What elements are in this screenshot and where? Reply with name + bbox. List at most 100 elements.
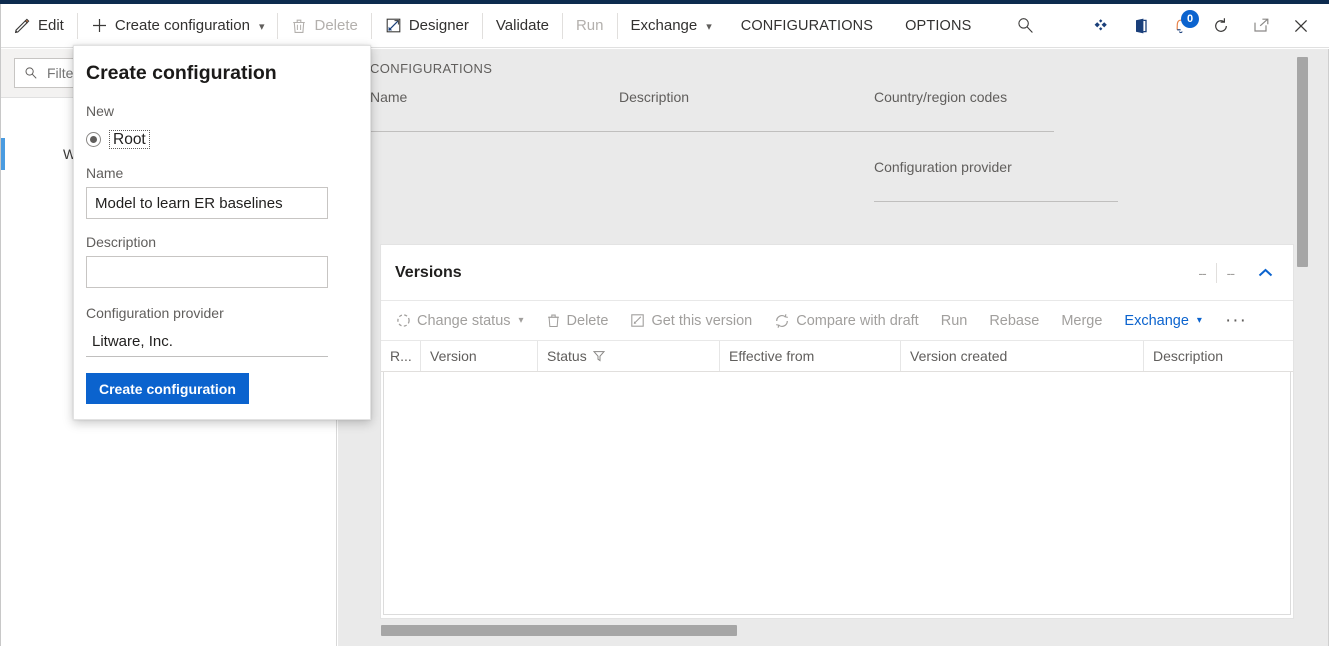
chevron-up-icon[interactable] [1244, 268, 1281, 278]
book-icon [1131, 16, 1151, 36]
column-description[interactable]: Description [1144, 341, 1291, 371]
column-r[interactable]: R... [381, 341, 421, 371]
country-region-codes-field[interactable]: Country/region codes [874, 89, 1054, 132]
notification-badge: 0 [1181, 10, 1199, 28]
get-this-version-label: Get this version [651, 313, 752, 329]
flyout-name-input[interactable] [86, 187, 328, 219]
trash-icon [291, 18, 307, 34]
edit-button[interactable]: Edit [1, 4, 77, 48]
change-status-button[interactable]: Change status ▾ [385, 301, 535, 341]
version-run-label: Run [941, 313, 968, 329]
flyout-create-configuration-button[interactable]: Create configuration [86, 373, 249, 404]
delete-button-label: Delete [314, 17, 357, 34]
compare-with-draft-label: Compare with draft [796, 313, 919, 329]
notifications-button[interactable]: 0 [1161, 4, 1201, 48]
description-field-underline [619, 131, 884, 132]
tab-configurations[interactable]: CONFIGURATIONS [725, 4, 889, 48]
horizontal-scrollbar-thumb[interactable] [381, 625, 737, 636]
toolbar-right-icons: 0 [1081, 4, 1329, 48]
chevron-down-icon: ▾ [519, 315, 524, 326]
flyout-create-configuration-label: Create configuration [99, 381, 236, 397]
vertical-scrollbar-thumb[interactable] [1297, 57, 1308, 267]
versions-overflow-label: ··· [1225, 310, 1247, 332]
versions-summary-right: -- [1217, 265, 1244, 281]
run-button[interactable]: Run [563, 4, 617, 48]
column-description-label: Description [1153, 348, 1223, 364]
versions-grid-body[interactable] [383, 372, 1291, 615]
tab-options[interactable]: OPTIONS [889, 4, 987, 48]
horizontal-scrollbar[interactable] [380, 622, 1324, 639]
compare-with-draft-button[interactable]: Compare with draft [763, 301, 930, 341]
create-configuration-label: Create configuration [115, 17, 250, 34]
versions-header[interactable]: Versions -- -- [381, 245, 1293, 301]
root-radio-label[interactable]: Root [109, 130, 150, 149]
column-effective-from[interactable]: Effective from [720, 341, 901, 371]
rebase-button[interactable]: Rebase [978, 301, 1050, 341]
column-status[interactable]: Status [538, 341, 720, 371]
flyout-description-label: Description [86, 234, 328, 250]
flyout-provider-label: Configuration provider [86, 305, 328, 321]
designer-button-label: Designer [409, 17, 469, 34]
pencil-icon [14, 17, 31, 34]
compare-icon [774, 313, 790, 329]
create-configuration-flyout: Create configuration New Root Name Descr… [73, 45, 371, 420]
rebase-label: Rebase [989, 313, 1039, 329]
chevron-down-icon: ▾ [1197, 315, 1202, 326]
root-radio-row[interactable]: Root [86, 130, 150, 149]
flyout-provider-field: Configuration provider [86, 305, 328, 357]
validate-button-label: Validate [496, 17, 549, 34]
delete-button[interactable]: Delete [278, 4, 370, 48]
versions-exchange-label: Exchange [1124, 313, 1189, 329]
validate-button[interactable]: Validate [483, 4, 562, 48]
versions-exchange-menu[interactable]: Exchange ▾ [1113, 301, 1213, 341]
description-field-label: Description [619, 89, 884, 105]
configuration-details: CONFIGURATIONS Name Description Country/… [338, 49, 1294, 234]
root-radio[interactable] [86, 132, 101, 147]
description-field[interactable]: Description [619, 89, 884, 132]
column-version[interactable]: Version [421, 341, 538, 371]
exchange-menu-label: Exchange [631, 17, 698, 34]
refresh-button[interactable] [1201, 4, 1241, 48]
versions-grid-header: R... Version Status Effec [381, 341, 1293, 372]
search-button[interactable] [1005, 4, 1045, 48]
version-run-button[interactable]: Run [930, 301, 979, 341]
details-section-title: CONFIGURATIONS [370, 61, 492, 76]
close-icon [1291, 16, 1311, 36]
column-version-created-label: Version created [910, 348, 1007, 364]
column-version-created[interactable]: Version created [901, 341, 1144, 371]
get-this-version-button[interactable]: Get this version [619, 301, 763, 341]
tab-options-label: OPTIONS [905, 18, 971, 34]
flyout-provider-input[interactable] [86, 327, 328, 357]
close-button[interactable] [1281, 4, 1321, 48]
vertical-scrollbar[interactable] [1294, 49, 1311, 639]
search-icon [24, 66, 38, 80]
change-status-label: Change status [417, 313, 511, 329]
exchange-menu[interactable]: Exchange ▾ [618, 4, 725, 48]
version-delete-button[interactable]: Delete [535, 301, 620, 341]
company-button[interactable] [1081, 4, 1121, 48]
column-effective-from-label: Effective from [729, 348, 814, 364]
designer-button[interactable]: Designer [372, 4, 482, 48]
column-version-label: Version [430, 348, 477, 364]
edit-button-label: Edit [38, 17, 64, 34]
versions-grid: R... Version Status Effec [381, 341, 1293, 615]
flyout-description-input[interactable] [86, 256, 328, 288]
plus-icon [91, 17, 108, 34]
name-field[interactable]: Name [370, 89, 635, 132]
versions-overflow-button[interactable]: ··· [1213, 301, 1259, 341]
filter-funnel-icon[interactable] [593, 350, 605, 362]
status-icon [396, 313, 411, 328]
office-app-button[interactable] [1121, 4, 1161, 48]
versions-section: Versions -- -- [380, 244, 1294, 619]
tab-configurations-label: CONFIGURATIONS [741, 18, 873, 34]
popout-button[interactable] [1241, 4, 1281, 48]
designer-icon [385, 17, 402, 34]
column-status-label: Status [547, 348, 587, 364]
create-configuration-button[interactable]: Create configuration ▾ [78, 4, 278, 48]
action-pane-toolbar: Edit Create configuration ▾ Delete [1, 4, 1329, 48]
chevron-down-icon: ▾ [706, 20, 712, 33]
refresh-icon [1211, 16, 1231, 36]
configuration-provider-field[interactable]: Configuration provider [874, 159, 1118, 202]
get-version-icon [630, 313, 645, 328]
merge-button[interactable]: Merge [1050, 301, 1113, 341]
